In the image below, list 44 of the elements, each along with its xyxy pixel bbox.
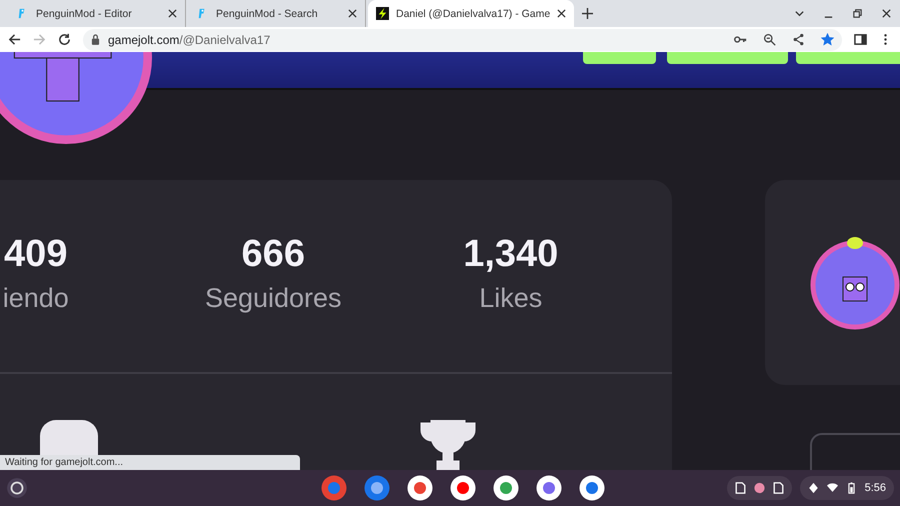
reload-icon[interactable] xyxy=(58,33,71,46)
share-icon[interactable] xyxy=(792,33,805,46)
close-icon[interactable] xyxy=(168,9,177,18)
tab-title: PenguinMod - Search xyxy=(216,8,319,20)
star-icon[interactable] xyxy=(821,33,834,46)
new-tab-icon[interactable] xyxy=(582,8,594,19)
stat-value: 666 xyxy=(242,232,305,276)
url-text: gamejolt.com/@Danielvalva17 xyxy=(108,32,270,46)
browser-tab[interactable]: Daniel (@Danielvalva17) - Game xyxy=(368,0,574,27)
app-icon[interactable] xyxy=(407,475,434,501)
launcher-icon[interactable] xyxy=(6,477,28,499)
trophy-icon xyxy=(420,420,476,470)
app-icon[interactable] xyxy=(536,475,562,501)
clock-text: 5:56 xyxy=(864,482,886,494)
app-icon[interactable] xyxy=(364,475,390,501)
close-icon[interactable] xyxy=(348,9,357,18)
status-area[interactable]: 5:56 xyxy=(800,476,894,500)
app-icon[interactable] xyxy=(493,475,520,501)
tab-title: Daniel (@Danielvalva17) - Game xyxy=(396,8,550,20)
file-icon xyxy=(772,482,784,494)
app-icon[interactable] xyxy=(450,475,476,501)
address-field[interactable]: gamejolt.com/@Danielvalva17 xyxy=(83,28,842,50)
stat-label: iendo xyxy=(2,282,69,315)
file-icon xyxy=(734,482,746,494)
lock-icon xyxy=(91,34,100,45)
stat-value: 1,340 xyxy=(463,232,558,276)
lightning-icon xyxy=(376,7,389,20)
tote-tray[interactable] xyxy=(726,476,792,500)
stat-label: Likes xyxy=(479,282,542,315)
battery-icon xyxy=(846,482,857,494)
stat-label: Seguidores xyxy=(204,282,342,315)
restore-icon[interactable] xyxy=(852,8,863,19)
chevron-down-icon[interactable] xyxy=(794,8,805,19)
close-icon[interactable] xyxy=(881,8,892,19)
stat-value: 409 xyxy=(4,232,68,276)
close-icon[interactable] xyxy=(557,9,566,18)
side-panel-icon[interactable] xyxy=(854,33,867,46)
back-icon[interactable] xyxy=(8,33,21,46)
wifi-icon xyxy=(826,482,838,494)
app-icon[interactable] xyxy=(579,475,606,501)
zoom-icon[interactable] xyxy=(763,33,776,46)
tab-title: PenguinMod - Editor xyxy=(36,8,133,20)
diamond-icon xyxy=(808,482,819,494)
status-text: Waiting for gamejolt.com... xyxy=(0,455,300,470)
